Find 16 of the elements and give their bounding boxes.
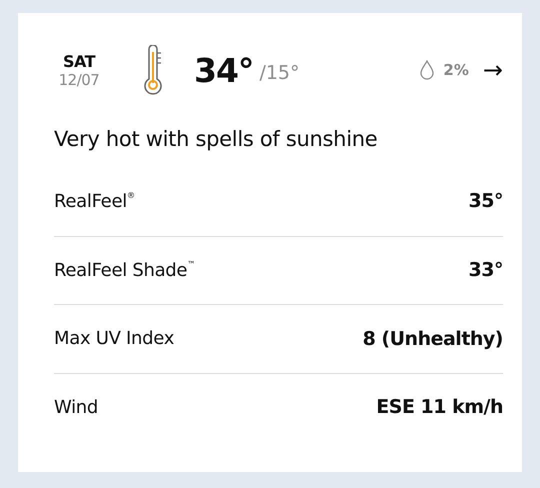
raindrop-icon: [420, 60, 434, 80]
high-temperature: 34°: [194, 50, 254, 90]
detail-label: RealFeel Shade$^{™}$: [54, 260, 195, 281]
detail-label: Wind: [54, 396, 98, 418]
detail-value: ESE 11 km/h: [376, 396, 503, 418]
day-name: SAT: [62, 52, 96, 70]
detail-label: Max UV Index: [54, 328, 174, 350]
precipitation-chance: 2%: [443, 61, 469, 79]
low-temperature: /15°: [259, 62, 300, 84]
detail-label: RealFeel$^{®}$: [54, 190, 135, 212]
thermometer-icon: [142, 45, 164, 95]
detail-value: 8 (Unhealthy): [362, 328, 503, 350]
detail-value: 33°: [468, 259, 503, 282]
day-date: 12/07: [58, 70, 100, 88]
detail-value: 35°: [468, 190, 503, 212]
weather-description: Very hot with spells of sunshine: [54, 127, 378, 151]
